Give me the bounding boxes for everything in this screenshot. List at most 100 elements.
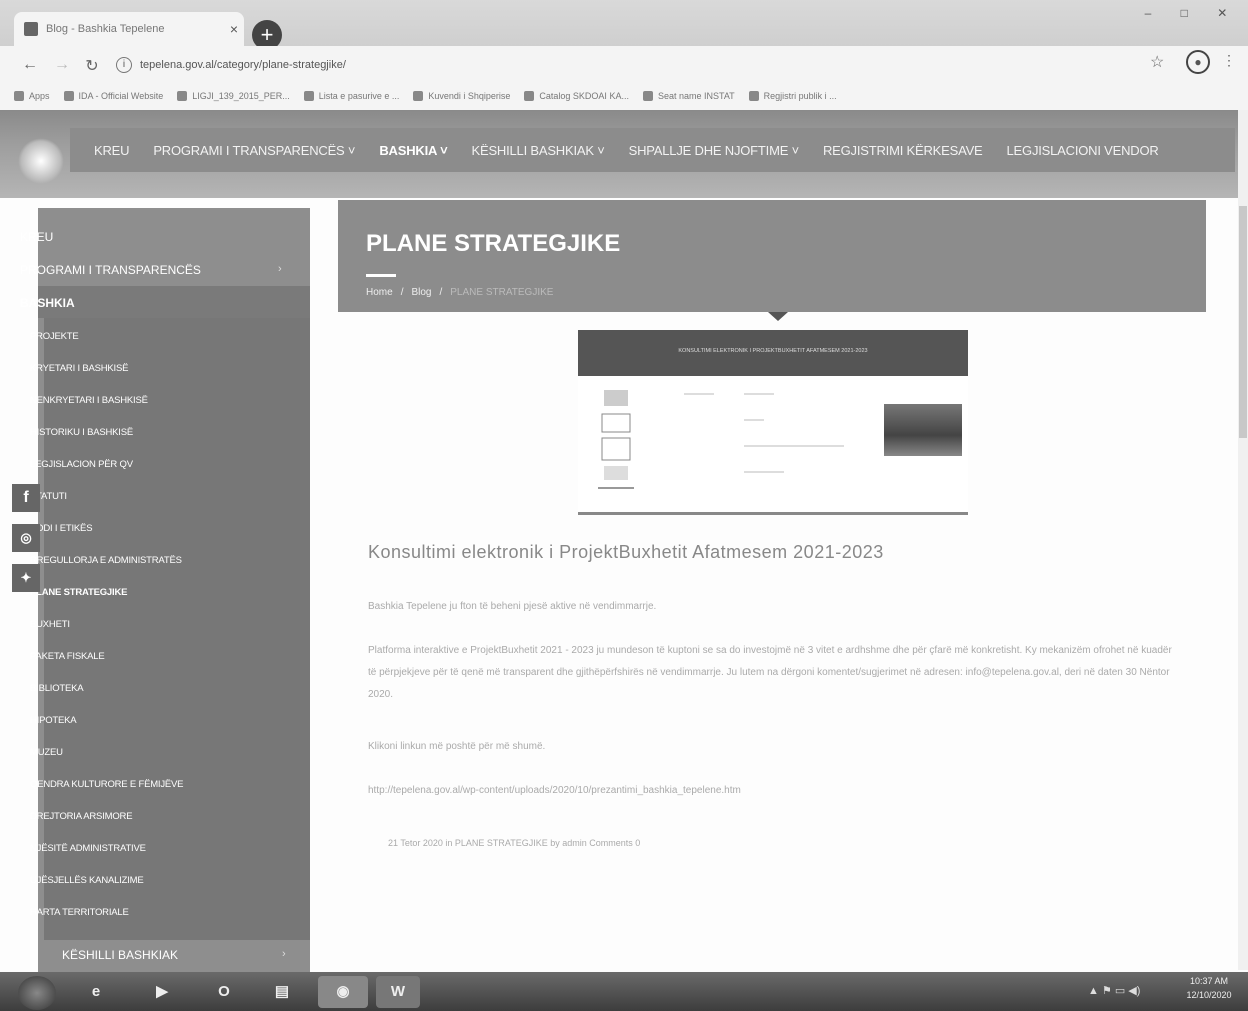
placeholder-text-lines	[684, 393, 844, 473]
favicon-icon	[24, 22, 38, 36]
breadcrumb-separator: /	[400, 287, 404, 298]
window-controls[interactable]: – □ ✕	[1130, 6, 1242, 26]
clock-time: 10:37 AM	[1189, 976, 1229, 986]
bookmark-item[interactable]: LIGJI_139_2015_PER...	[177, 91, 290, 101]
phone-graphic	[598, 390, 634, 489]
breadcrumb: Home / Blog / PLANE STRATEGJIKE	[366, 287, 553, 298]
nav-item-shpallje[interactable]: SHPALLJE DHE NJOFTIME ˅	[629, 143, 800, 158]
nav-item-bashkia[interactable]: BASHKIA ˅	[379, 143, 447, 158]
sidebar-subitem[interactable]: BUXHETI	[30, 619, 70, 630]
breadcrumb-current: PLANE STRATEGJIKE	[450, 287, 554, 298]
bookmark-item[interactable]: Kuvendi i Shqiperise	[413, 91, 510, 101]
sidebar-subitem[interactable]: NENKRYETARI I BASHKISË	[30, 395, 148, 406]
sidebar-subitem[interactable]: DREJTORIA ARSIMORE	[30, 811, 133, 822]
post-paragraph: Bashkia Tepelene ju fton të beheni pjesë…	[368, 601, 657, 612]
url-field[interactable]: i tepelena.gov.al/category/plane-strateg…	[116, 52, 1126, 78]
bookmark-icon	[177, 91, 188, 101]
post-paragraph: Klikoni linkun më poshtë për më shumë.	[368, 741, 546, 752]
sidebar-subitem[interactable]: HIPOTEKA	[30, 715, 77, 726]
start-button[interactable]	[18, 976, 56, 1010]
breadcrumb-home[interactable]: Home	[366, 287, 393, 298]
url-text: tepelena.gov.al/category/plane-strategji…	[140, 59, 346, 71]
bookmark-icon	[63, 91, 74, 101]
bookmark-icon	[748, 91, 759, 101]
nav-item-regjistrimi[interactable]: REGJISTRIMI KËRKESAVE	[823, 143, 983, 158]
system-tray[interactable]: ▲ ⚑ ▭ ◀)	[1088, 984, 1140, 997]
post-paragraph: Platforma interaktive e ProjektBuxhetit …	[368, 645, 1172, 700]
bookmark-item[interactable]: Regjistri publik i ...	[748, 91, 837, 101]
sidebar-subitem-active[interactable]: PLANE STRATEGJIKE	[30, 587, 127, 598]
bookmark-item[interactable]: Seat name INSTAT	[642, 91, 735, 101]
whatsapp-icon[interactable]: ◎	[12, 524, 40, 552]
sidebar-subitem[interactable]: KRYETARI I BASHKISË	[30, 363, 128, 374]
nav-item-keshilli[interactable]: KËSHILLI BASHKIAK ˅	[472, 143, 605, 158]
sidebar-item-keshilli[interactable]: KËSHILLI BASHKIAK	[62, 948, 178, 962]
sidebar-subitem[interactable]: QENDRA KULTURORE E FËMIJËVE	[30, 779, 184, 790]
chrome-icon[interactable]: ◉	[318, 976, 368, 1008]
minimize-icon[interactable]: –	[1145, 6, 1152, 26]
nav-item-kreu[interactable]: KREU	[94, 143, 130, 158]
facebook-icon[interactable]: f	[12, 484, 40, 512]
sidebar-item-kreu[interactable]: KREU	[20, 230, 53, 244]
bookmark-item[interactable]: Catalog SKDOAI KA...	[524, 91, 629, 101]
bookmark-icon	[524, 91, 535, 101]
featured-image[interactable]: KONSULTIMI ELEKTRONIK I PROJEKTBUXHETIT …	[578, 330, 968, 515]
forward-arrow-icon[interactable]: →	[50, 56, 74, 74]
twitter-icon[interactable]: ✦	[12, 564, 40, 592]
post-title[interactable]: Konsultimi elektronik i ProjektBuxhetit …	[368, 542, 884, 563]
featured-image-header: KONSULTIMI ELEKTRONIK I PROJEKTBUXHETIT …	[578, 330, 968, 376]
sidebar-active-section-bg	[38, 286, 310, 318]
media-player-icon[interactable]: ▶	[142, 976, 182, 1008]
tab-title: Blog - Bashkia Tepelene	[46, 23, 165, 35]
explorer-folder-icon[interactable]: ▤	[262, 976, 302, 1008]
scrollbar-thumb[interactable]	[1239, 206, 1247, 438]
bookmark-icon	[413, 91, 424, 101]
site-logo[interactable]	[18, 138, 64, 184]
browser-tab[interactable]: Blog - Bashkia Tepelene ×	[14, 12, 244, 46]
nav-item-programi[interactable]: PROGRAMI I TRANSPARENCËS ˅	[153, 143, 355, 158]
sidebar-subitem[interactable]: LEGJISLACION PËR QV	[30, 459, 133, 470]
header-pointer	[768, 312, 788, 321]
back-arrow-icon[interactable]: ←	[18, 56, 42, 74]
sidebar-subitem[interactable]: PROJEKTE	[30, 331, 79, 342]
sidebar-subitem[interactable]: UJËSJELLËS KANALIZIME	[30, 875, 144, 886]
sidebar-subitem[interactable]: BIBLIOTEKA	[30, 683, 84, 694]
landscape-photo	[884, 404, 962, 456]
sidebar-subitem[interactable]: HISTORIKU I BASHKISË	[30, 427, 133, 438]
outlook-icon[interactable]: O	[204, 976, 244, 1008]
nav-item-legjislacioni[interactable]: LEGJISLACIONI VENDOR	[1007, 143, 1159, 158]
breadcrumb-blog[interactable]: Blog	[411, 287, 431, 298]
word-icon[interactable]: W	[376, 976, 420, 1008]
sidebar-item-programi[interactable]: PROGRAMI I TRANSPARENCËS	[20, 263, 201, 277]
page-title: PLANE STRATEGJIKE	[366, 230, 621, 257]
post-meta: 21 Tetor 2020 in PLANE STRATEGJIKE by ad…	[388, 838, 641, 848]
title-underline	[366, 274, 396, 277]
apps-grid-icon	[14, 91, 24, 101]
taskbar-clock[interactable]: 10:37 AM 12/10/2020	[1176, 974, 1242, 1002]
bookmark-icon	[642, 91, 653, 101]
sidebar-subitem[interactable]: NJËSITË ADMINISTRATIVE	[30, 843, 146, 854]
maximize-icon[interactable]: □	[1181, 6, 1188, 26]
windows-taskbar	[0, 972, 1248, 1011]
bookmark-item[interactable]: IDA - Official Website	[63, 91, 163, 101]
site-info-icon[interactable]: i	[116, 57, 132, 73]
main-nav: KREU PROGRAMI I TRANSPARENCËS ˅ BASHKIA …	[70, 128, 1235, 172]
menu-kebab-icon[interactable]: ⋮	[1222, 52, 1236, 69]
sidebar-subitem[interactable]: RREGULLORJA E ADMINISTRATËS	[30, 555, 182, 566]
reload-icon[interactable]: ↻	[80, 56, 104, 76]
profile-icon[interactable]: ●	[1186, 50, 1210, 74]
close-tab-icon[interactable]: ×	[224, 21, 244, 37]
breadcrumb-separator: /	[439, 287, 443, 298]
close-window-icon[interactable]: ✕	[1217, 6, 1227, 26]
bookmark-star-icon[interactable]: ☆	[1150, 52, 1164, 72]
sidebar-subitem[interactable]: HARTA TERRITORIALE	[30, 907, 129, 918]
sidebar-subitem[interactable]: PAKETA FISKALE	[30, 651, 105, 662]
sidebar-item-bashkia[interactable]: BASHKIA	[20, 296, 75, 310]
sidebar-subitem[interactable]: MUZEU	[30, 747, 63, 758]
post-link[interactable]: http://tepelena.gov.al/wp-content/upload…	[368, 780, 1180, 802]
chevron-right-icon[interactable]: ›	[282, 948, 1228, 960]
bookmark-apps[interactable]: Apps	[14, 91, 50, 101]
bookmark-item[interactable]: Lista e pasurive e ...	[303, 91, 399, 101]
bookmark-icon	[303, 91, 314, 101]
ie-icon[interactable]: e	[76, 976, 116, 1008]
